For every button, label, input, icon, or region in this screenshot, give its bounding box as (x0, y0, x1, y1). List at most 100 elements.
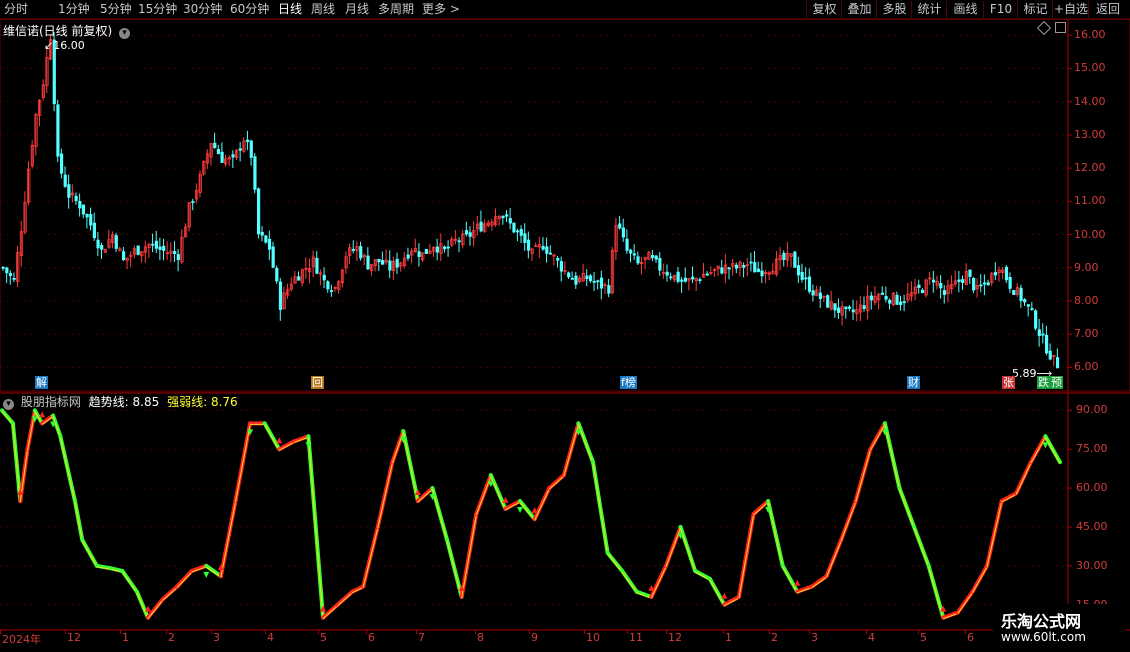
candle-body[interactable] (359, 246, 363, 259)
indicator-dropdown-icon[interactable]: ▾ (3, 399, 14, 410)
collapse-panel-icon[interactable] (1055, 22, 1066, 33)
candle-body[interactable] (1026, 304, 1030, 307)
candle-body[interactable] (796, 265, 801, 276)
candle-body[interactable] (1034, 310, 1038, 329)
candle-body[interactable] (920, 289, 925, 294)
candle-body[interactable] (173, 251, 177, 255)
candle-body[interactable] (63, 174, 67, 187)
candle-body[interactable] (880, 292, 885, 295)
candle-body[interactable] (899, 301, 903, 306)
candle-body[interactable] (96, 239, 100, 249)
candle-body[interactable] (592, 280, 596, 283)
candle-body[interactable] (734, 264, 739, 269)
candle-body[interactable] (151, 243, 155, 246)
candle-body[interactable] (249, 140, 253, 158)
candle-body[interactable] (264, 235, 268, 243)
candle-body[interactable] (961, 279, 965, 283)
candle-body[interactable] (683, 277, 688, 282)
candle-body[interactable] (154, 240, 159, 249)
candle-body[interactable] (468, 232, 472, 237)
candle-body[interactable] (1, 266, 5, 269)
candle-body[interactable] (618, 223, 622, 229)
candle-body[interactable] (837, 307, 841, 313)
candle-body[interactable] (81, 204, 86, 215)
event-marker[interactable]: f榜 (620, 376, 637, 389)
candle-body[interactable] (844, 306, 848, 310)
candle-body[interactable] (968, 269, 972, 277)
candle-body[interactable] (381, 260, 385, 265)
candle-body[interactable] (501, 215, 505, 219)
candle-body[interactable] (570, 277, 574, 280)
candle-body[interactable] (322, 274, 326, 281)
candle-body[interactable] (1008, 276, 1012, 289)
candle-body[interactable] (559, 261, 563, 272)
settings-dropdown-icon[interactable]: ▾ (119, 28, 131, 39)
candle-body[interactable] (957, 279, 961, 282)
candle-body[interactable] (278, 281, 283, 310)
candle-body[interactable] (1019, 287, 1023, 302)
candle-body[interactable] (632, 253, 636, 256)
candle-body[interactable] (942, 290, 947, 295)
candle-body[interactable] (888, 299, 892, 304)
candle-body[interactable] (869, 295, 874, 301)
candle-body[interactable] (669, 276, 673, 279)
candle-body[interactable] (526, 239, 531, 251)
candle-body[interactable] (512, 222, 516, 233)
candle-body[interactable] (833, 303, 837, 311)
candle-body[interactable] (782, 252, 786, 260)
candle-body[interactable] (377, 258, 381, 263)
candle-body[interactable] (541, 246, 545, 250)
candle-body[interactable] (1037, 329, 1041, 336)
candle-body[interactable] (267, 238, 272, 250)
candle-body[interactable] (1055, 357, 1060, 369)
candle-body[interactable] (749, 261, 753, 264)
candle-body[interactable] (74, 195, 78, 202)
candle-body[interactable] (654, 255, 658, 260)
candle-body[interactable] (326, 281, 330, 290)
candle-body[interactable] (650, 255, 655, 259)
candle-body[interactable] (406, 254, 410, 259)
candle-body[interactable] (691, 276, 695, 280)
event-marker[interactable]: 预 (1050, 376, 1063, 389)
candle-body[interactable] (1048, 350, 1052, 360)
candle-body[interactable] (884, 296, 888, 300)
candle-body[interactable] (1045, 334, 1049, 354)
candle-body[interactable] (1004, 266, 1009, 281)
candle-body[interactable] (191, 201, 195, 203)
candle-body[interactable] (588, 275, 593, 282)
candle-body[interactable] (636, 256, 640, 264)
event-marker[interactable]: 张 (1002, 376, 1015, 389)
candle-body[interactable] (680, 279, 684, 282)
candle-body[interactable] (1012, 290, 1016, 295)
candle-body[interactable] (939, 282, 943, 289)
candle-body[interactable] (216, 149, 221, 155)
candle-body[interactable] (848, 306, 852, 309)
candle-body[interactable] (366, 255, 370, 270)
candle-body[interactable] (351, 248, 356, 251)
candle-body[interactable] (993, 272, 998, 276)
candle-body[interactable] (895, 294, 899, 305)
candle-body[interactable] (238, 148, 242, 151)
candle-body[interactable] (931, 279, 936, 283)
candle-body[interactable] (329, 290, 334, 292)
event-marker[interactable]: 解 (35, 376, 48, 389)
candle-body[interactable] (213, 142, 217, 149)
candle-body[interactable] (516, 230, 520, 233)
candle-body[interactable] (545, 246, 549, 254)
candle-body[interactable] (658, 258, 662, 271)
candle-body[interactable] (599, 277, 604, 289)
candle-body[interactable] (818, 292, 823, 299)
candle-body[interactable] (231, 154, 235, 158)
candle-body[interactable] (811, 290, 815, 296)
candle-body[interactable] (826, 295, 830, 308)
candle-body[interactable] (59, 153, 64, 174)
candle-body[interactable] (1030, 308, 1034, 310)
candle-body[interactable] (972, 277, 976, 291)
candle-body[interactable] (85, 214, 89, 218)
candle-body[interactable] (176, 254, 180, 261)
candle-body[interactable] (271, 246, 275, 268)
candle-body[interactable] (742, 265, 746, 268)
candle-body[interactable] (720, 267, 724, 274)
candle-body[interactable] (443, 246, 447, 250)
candle-body[interactable] (621, 227, 626, 238)
